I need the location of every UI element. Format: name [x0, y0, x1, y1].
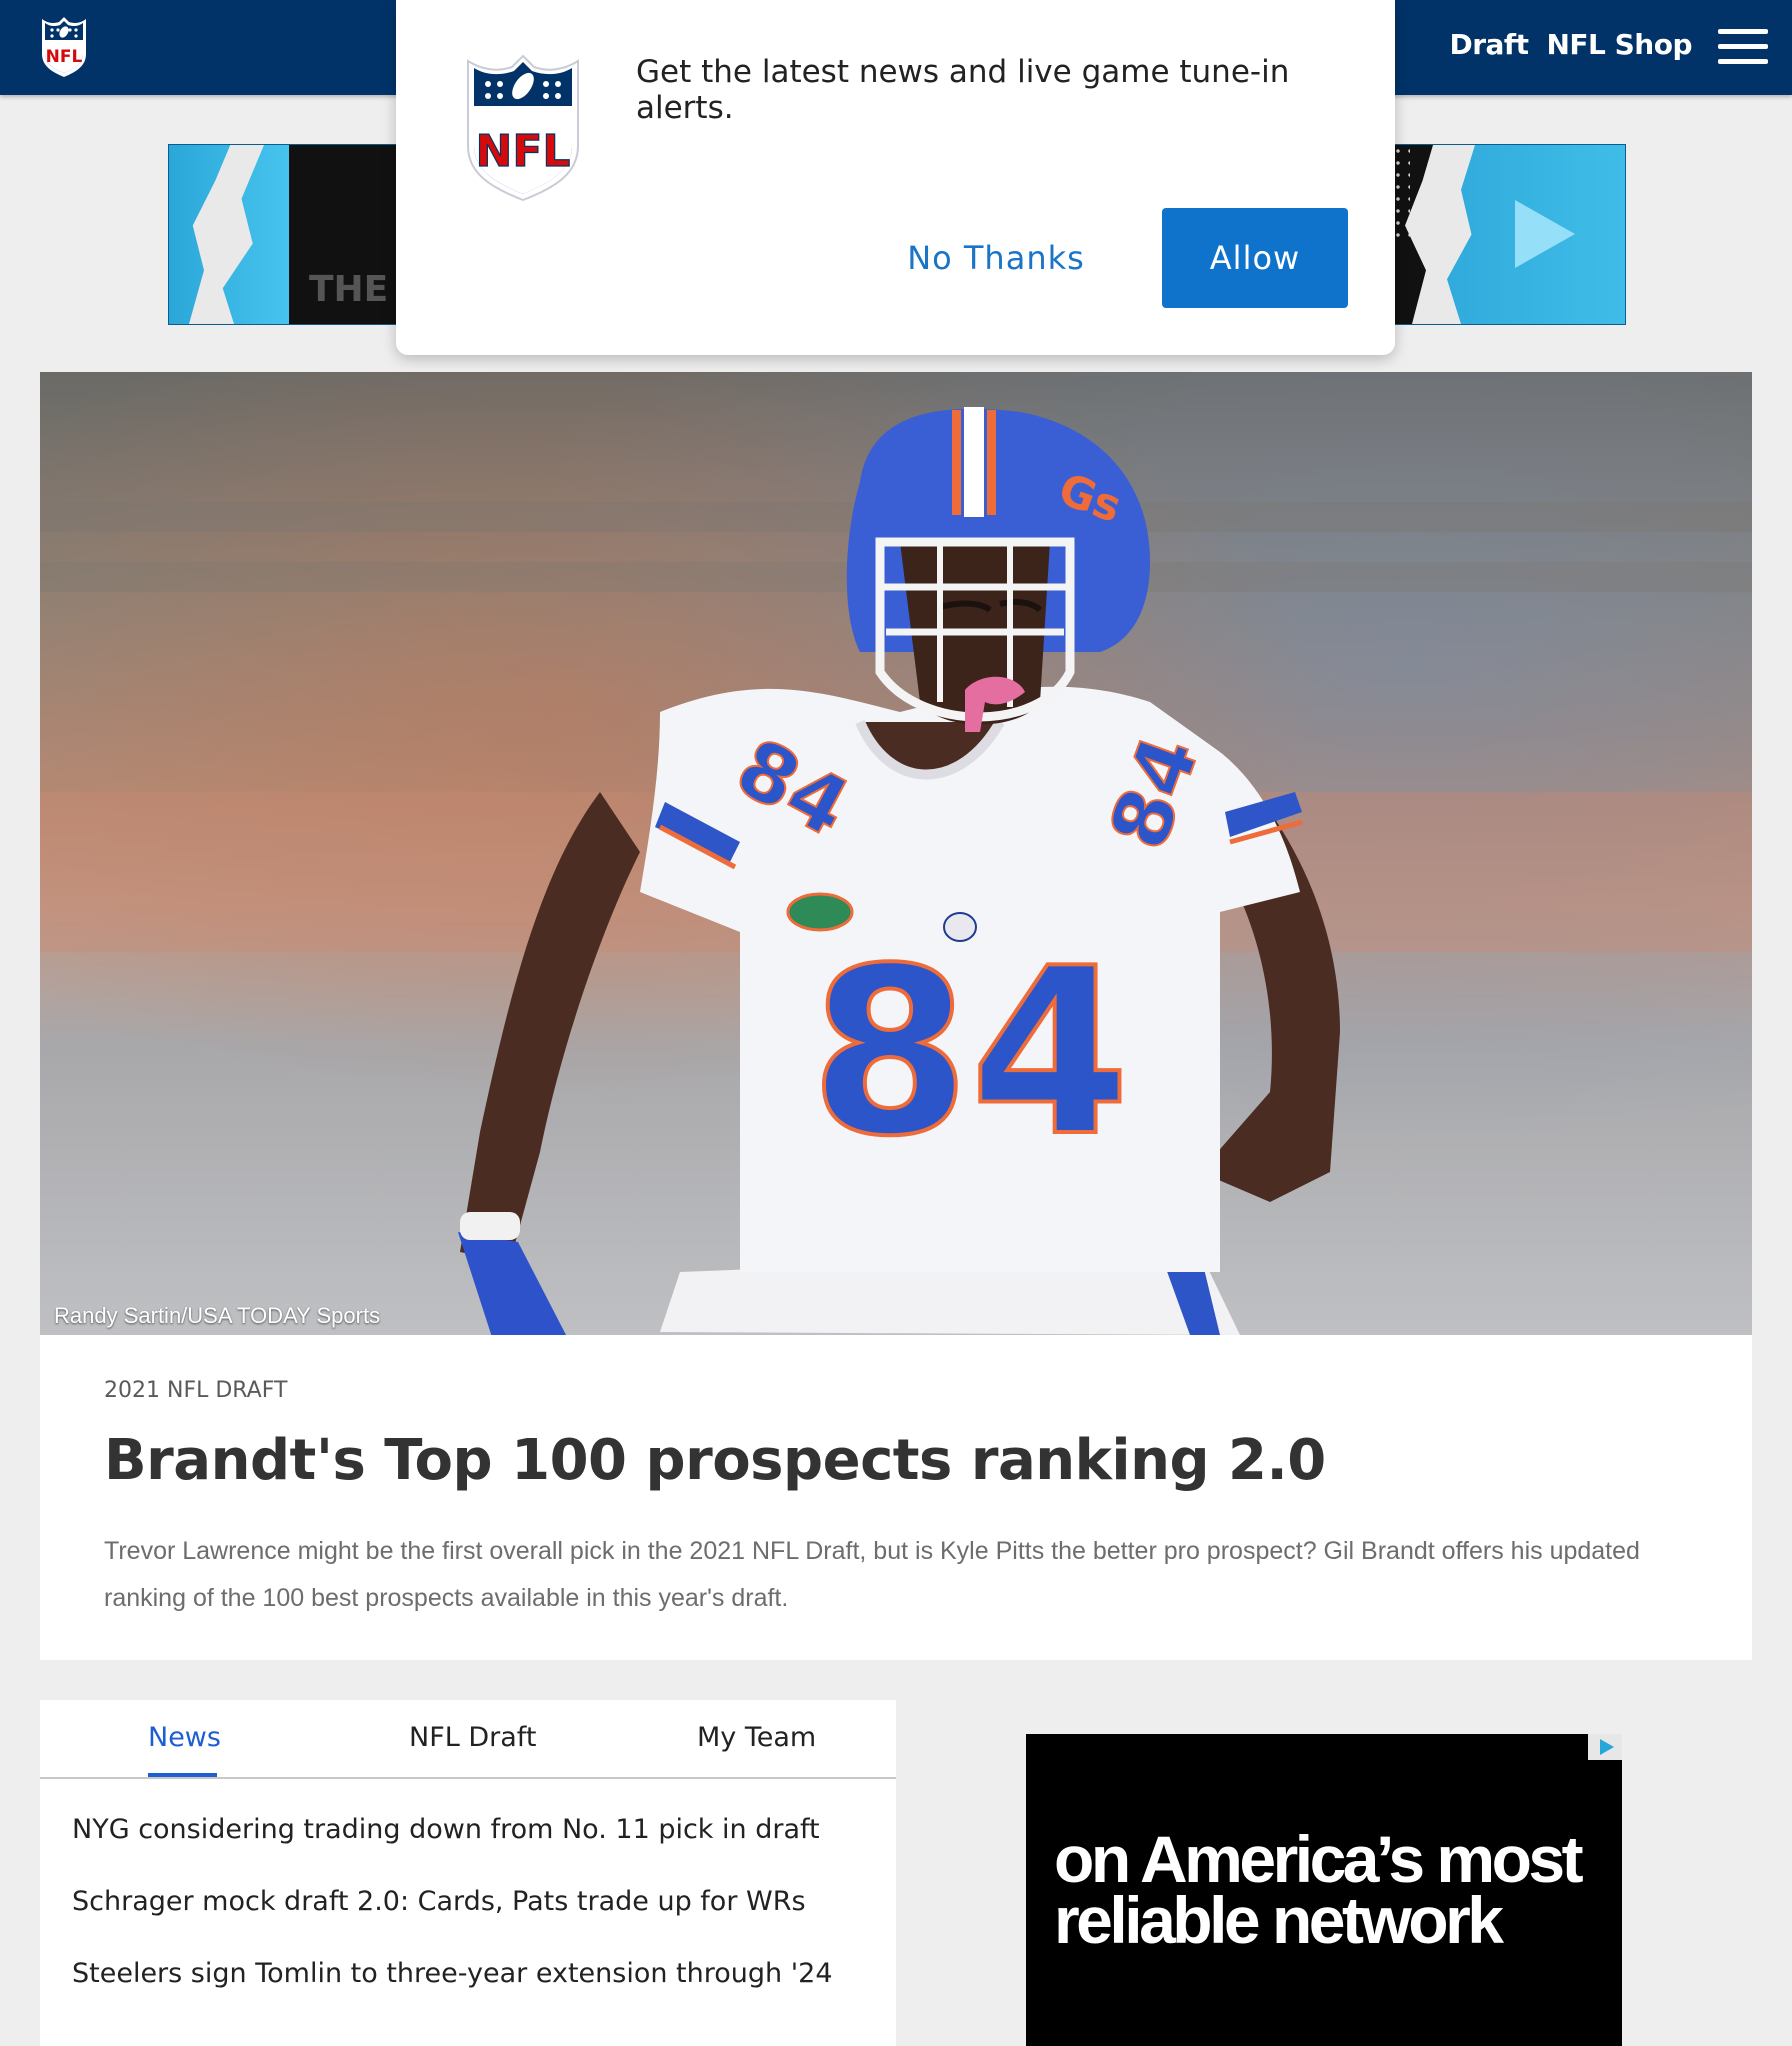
- football-player-illustration: 84 84 84 Gs: [40, 407, 1752, 1335]
- hero-photo: 84 84 84 Gs Randy Sartin/USA TODAY Sport: [40, 372, 1752, 1335]
- headline-item[interactable]: Steelers sign Tomlin to three-year exten…: [72, 1958, 833, 2030]
- nav-link-draft[interactable]: Draft: [1449, 28, 1529, 61]
- jersey-number: 84: [810, 920, 1130, 1187]
- headlines-tabs: News NFL Draft My Team: [40, 1700, 896, 1779]
- notification-message: Get the latest news and live game tune-i…: [636, 54, 1290, 126]
- sidebar-ad-line-2: reliable network: [1054, 1883, 1504, 1957]
- nfl-shield-icon[interactable]: NFL: [40, 16, 88, 78]
- hero-headline[interactable]: Brandt's Top 100 prospects ranking 2.0: [104, 1428, 1326, 1493]
- sidebar-ad-line-1: on America’s most: [1054, 1822, 1584, 1896]
- tab-news[interactable]: News: [148, 1722, 221, 1753]
- tab-my-team[interactable]: My Team: [697, 1722, 816, 1753]
- adchoices-icon[interactable]: [1588, 1734, 1622, 1760]
- headline-item[interactable]: Schrager mock draft 2.0: Cards, Pats tra…: [72, 1886, 833, 1958]
- hero-story-card[interactable]: 84 84 84 Gs Randy Sartin/USA TODAY Sport: [40, 372, 1752, 1660]
- sidebar-ad[interactable]: on America’s most reliable network: [1026, 1734, 1622, 2046]
- no-thanks-button[interactable]: No Thanks: [886, 208, 1106, 308]
- photo-credit: Randy Sartin/USA TODAY Sports: [54, 1303, 381, 1328]
- hero-kicker[interactable]: 2021 NFL DRAFT: [104, 1378, 287, 1403]
- svg-text:NFL: NFL: [476, 126, 571, 177]
- nav-links: Draft NFL Shop: [1449, 28, 1692, 61]
- hamburger-menu-icon[interactable]: [1718, 26, 1768, 66]
- headlines-list: NYG considering trading down from No. 11…: [72, 1814, 833, 2030]
- active-tab-indicator: [148, 1773, 217, 1777]
- svg-text:NFL: NFL: [46, 47, 83, 67]
- nav-link-nfl-shop[interactable]: NFL Shop: [1546, 28, 1692, 61]
- play-icon: [1515, 200, 1575, 268]
- notification-prompt: NFL Get the latest news and live game tu…: [396, 0, 1395, 355]
- tab-nfl-draft[interactable]: NFL Draft: [409, 1722, 536, 1753]
- nfl-shield-icon: NFL: [467, 54, 579, 202]
- allow-button[interactable]: Allow: [1162, 208, 1348, 308]
- headline-item[interactable]: NYG considering trading down from No. 11…: [72, 1814, 833, 1886]
- headlines-panel: News NFL Draft My Team NYG considering t…: [40, 1700, 896, 2046]
- hero-summary: Trevor Lawrence might be the first overa…: [104, 1537, 1640, 1612]
- sidebar-ad-text: on America’s most reliable network: [1054, 1822, 1584, 1957]
